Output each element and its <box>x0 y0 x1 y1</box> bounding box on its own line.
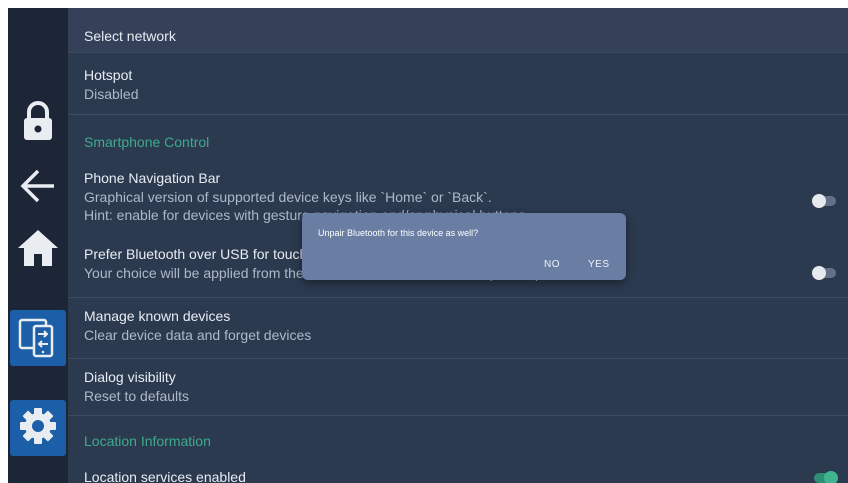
sidebar <box>8 8 68 483</box>
home-icon <box>16 228 60 273</box>
divider <box>68 114 848 115</box>
divider <box>68 415 848 416</box>
manage-devices-description: Clear device data and forget devices <box>84 327 312 343</box>
back-button[interactable] <box>10 160 66 216</box>
section-smartphone-control: Smartphone Control <box>84 134 210 150</box>
hotspot-status: Disabled <box>84 86 139 102</box>
dialog-visibility-row[interactable]: Dialog visibility Reset to defaults <box>68 359 848 415</box>
location-services-row[interactable]: Location services enabled <box>68 463 848 483</box>
prefer-bluetooth-toggle[interactable] <box>812 266 836 280</box>
home-button[interactable] <box>10 222 66 278</box>
yes-button[interactable]: YES <box>588 259 610 270</box>
select-network-row[interactable]: Select network <box>68 8 848 52</box>
phone-nav-title: Phone Navigation Bar <box>84 170 221 186</box>
no-button[interactable]: NO <box>544 259 560 270</box>
dialog-visibility-title: Dialog visibility <box>84 369 176 385</box>
phone-nav-description: Graphical version of supported device ke… <box>84 189 492 205</box>
dialog-message: Unpair Bluetooth for this device as well… <box>318 228 479 238</box>
hotspot-title: Hotspot <box>84 67 133 83</box>
hotspot-row[interactable]: Hotspot Disabled <box>68 53 848 113</box>
lock-icon <box>20 100 56 147</box>
manage-known-devices-row[interactable]: Manage known devices Clear device data a… <box>68 298 848 356</box>
section-location-information: Location Information <box>84 433 211 449</box>
manage-devices-title: Manage known devices <box>84 308 231 324</box>
lock-button[interactable] <box>10 95 66 151</box>
location-services-title: Location services enabled <box>84 469 246 483</box>
unpair-dialog: Unpair Bluetooth for this device as well… <box>302 213 626 280</box>
gear-icon <box>18 406 58 451</box>
select-network-title: Select network <box>84 28 176 44</box>
phone-nav-toggle[interactable] <box>812 194 836 208</box>
arrow-left-icon <box>18 166 58 211</box>
location-services-toggle[interactable] <box>814 471 838 483</box>
dialog-visibility-description: Reset to defaults <box>84 388 190 404</box>
devices-button[interactable] <box>10 310 66 366</box>
device-switch-icon <box>18 314 58 363</box>
settings-button[interactable] <box>10 400 66 456</box>
